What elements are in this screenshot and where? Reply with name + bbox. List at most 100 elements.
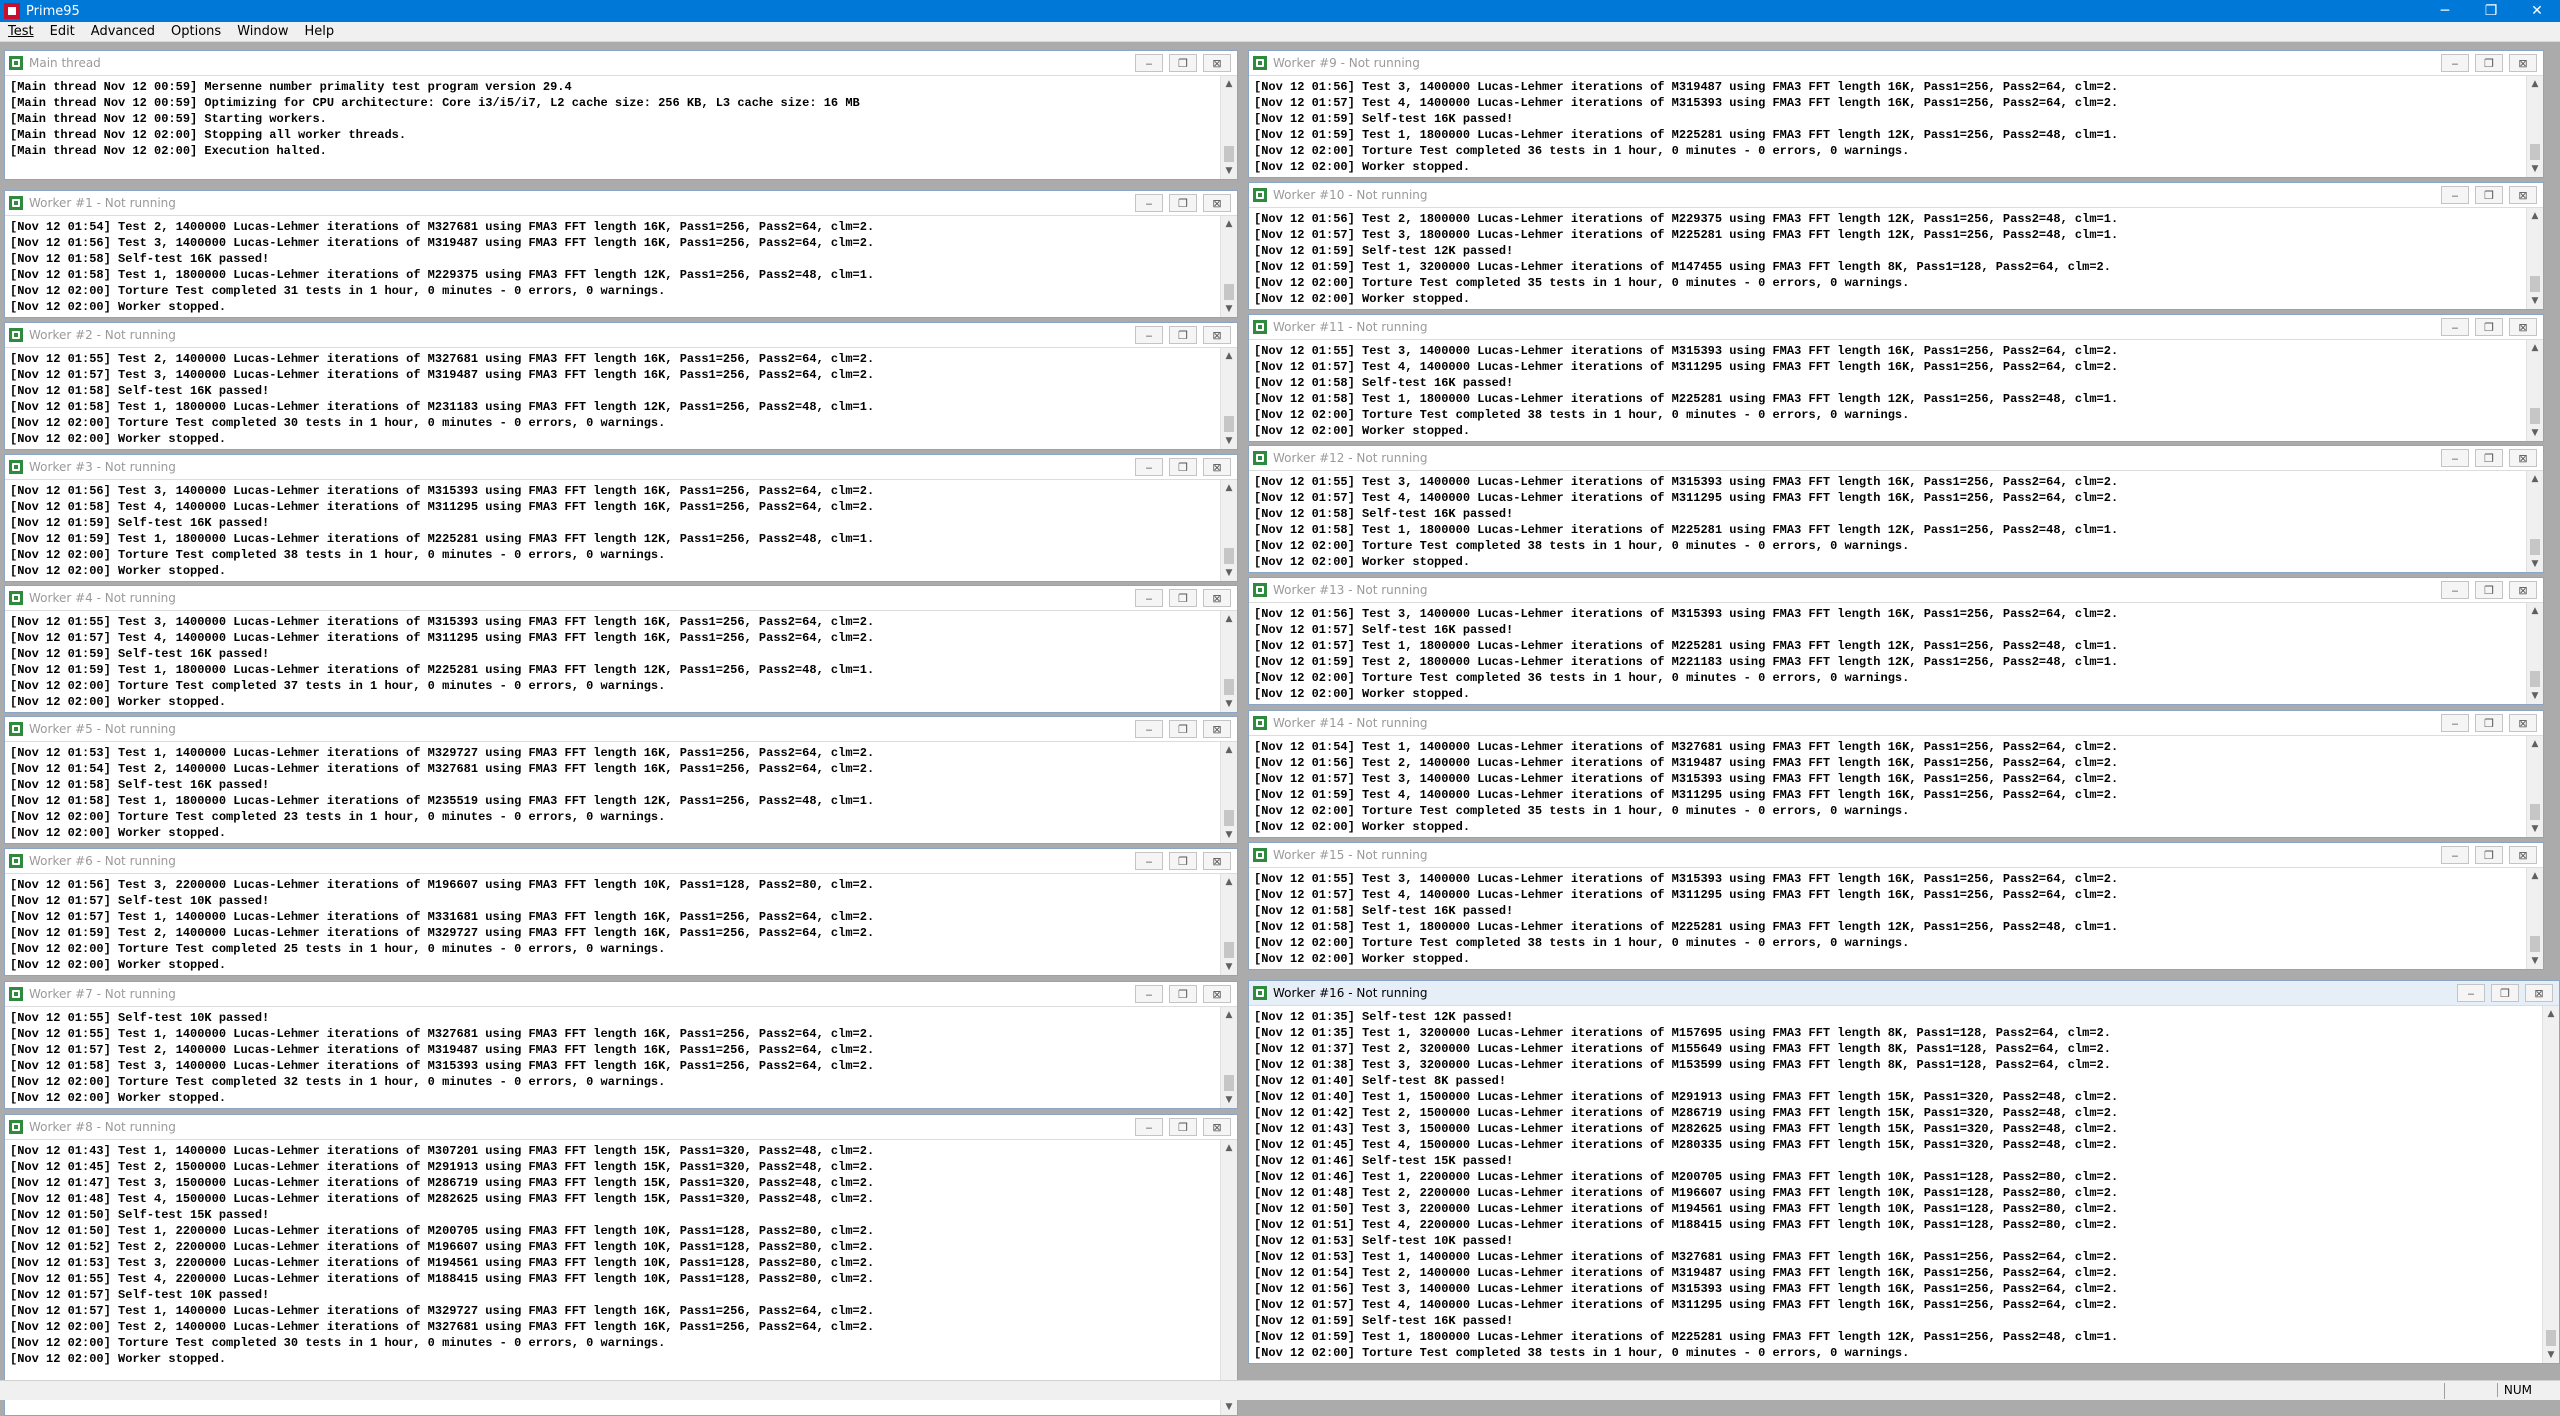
- worker-12-titlebar[interactable]: Worker #12 - Not running ‒ ❐ ⊠: [1249, 446, 2543, 471]
- scroll-up-icon[interactable]: ▲: [1221, 348, 1237, 364]
- scroll-down-icon[interactable]: ▼: [2527, 425, 2543, 441]
- worker-15-restore-button[interactable]: ❐: [2475, 846, 2503, 864]
- scroll-thumb[interactable]: [1224, 548, 1234, 564]
- worker-12-close-button[interactable]: ⊠: [2509, 449, 2537, 467]
- worker-4-window[interactable]: Worker #4 - Not running ‒ ❐ ⊠ [Nov 12 01…: [4, 585, 1238, 713]
- worker-6-window[interactable]: Worker #6 - Not running ‒ ❐ ⊠ [Nov 12 01…: [4, 848, 1238, 976]
- worker-2-titlebar[interactable]: Worker #2 - Not running ‒ ❐ ⊠: [5, 323, 1237, 348]
- worker-12-restore-button[interactable]: ❐: [2475, 449, 2503, 467]
- scroll-up-icon[interactable]: ▲: [1221, 1007, 1237, 1023]
- worker-15-scrollbar[interactable]: ▲ ▼: [2526, 868, 2543, 969]
- worker-10-restore-button[interactable]: ❐: [2475, 186, 2503, 204]
- scroll-up-icon[interactable]: ▲: [2527, 340, 2543, 356]
- worker-10-window[interactable]: Worker #10 - Not running ‒ ❐ ⊠ [Nov 12 0…: [1248, 182, 2544, 310]
- worker-4-restore-button[interactable]: ❐: [1169, 589, 1197, 607]
- worker-7-window[interactable]: Worker #7 - Not running ‒ ❐ ⊠ [Nov 12 01…: [4, 981, 1238, 1109]
- worker-8-close-button[interactable]: ⊠: [1203, 1118, 1231, 1136]
- worker-8-scrollbar[interactable]: ▲ ▼: [1220, 1140, 1237, 1415]
- worker-5-scrollbar[interactable]: ▲ ▼: [1220, 742, 1237, 843]
- worker-5-restore-button[interactable]: ❐: [1169, 720, 1197, 738]
- worker-16-restore-button[interactable]: ❐: [2491, 984, 2519, 1002]
- worker-16-titlebar[interactable]: Worker #16 - Not running ‒ ❐ ⊠: [1249, 981, 2559, 1006]
- scroll-down-icon[interactable]: ▼: [1221, 565, 1237, 581]
- scroll-thumb[interactable]: [2530, 144, 2540, 160]
- worker-11-window[interactable]: Worker #11 - Not running ‒ ❐ ⊠ [Nov 12 0…: [1248, 314, 2544, 442]
- worker-6-scrollbar[interactable]: ▲ ▼: [1220, 874, 1237, 975]
- worker-8-window[interactable]: Worker #8 - Not running ‒ ❐ ⊠ [Nov 12 01…: [4, 1114, 1238, 1416]
- worker-13-window[interactable]: Worker #13 - Not running ‒ ❐ ⊠ [Nov 12 0…: [1248, 577, 2544, 705]
- scroll-up-icon[interactable]: ▲: [1221, 742, 1237, 758]
- scroll-down-icon[interactable]: ▼: [1221, 1399, 1237, 1415]
- worker-6-minimize-button[interactable]: ‒: [1135, 852, 1163, 870]
- worker-1-close-button[interactable]: ⊠: [1203, 194, 1231, 212]
- scroll-thumb[interactable]: [2530, 539, 2540, 555]
- scroll-down-icon[interactable]: ▼: [2527, 821, 2543, 837]
- worker-10-close-button[interactable]: ⊠: [2509, 186, 2537, 204]
- worker-2-close-button[interactable]: ⊠: [1203, 326, 1231, 344]
- worker-15-close-button[interactable]: ⊠: [2509, 846, 2537, 864]
- scroll-up-icon[interactable]: ▲: [1221, 1140, 1237, 1156]
- worker-2-window[interactable]: Worker #2 - Not running ‒ ❐ ⊠ [Nov 12 01…: [4, 322, 1238, 450]
- scroll-thumb[interactable]: [1224, 284, 1234, 300]
- worker-9-restore-button[interactable]: ❐: [2475, 54, 2503, 72]
- worker-1-scrollbar[interactable]: ▲ ▼: [1220, 216, 1237, 317]
- worker-2-scrollbar[interactable]: ▲ ▼: [1220, 348, 1237, 449]
- worker-5-titlebar[interactable]: Worker #5 - Not running ‒ ❐ ⊠: [5, 717, 1237, 742]
- worker-4-close-button[interactable]: ⊠: [1203, 589, 1231, 607]
- worker-9-titlebar[interactable]: Worker #9 - Not running ‒ ❐ ⊠: [1249, 51, 2543, 76]
- worker-7-minimize-button[interactable]: ‒: [1135, 985, 1163, 1003]
- worker-2-minimize-button[interactable]: ‒: [1135, 326, 1163, 344]
- worker-7-scrollbar[interactable]: ▲ ▼: [1220, 1007, 1237, 1108]
- scroll-up-icon[interactable]: ▲: [1221, 216, 1237, 232]
- worker-8-restore-button[interactable]: ❐: [1169, 1118, 1197, 1136]
- worker-3-restore-button[interactable]: ❐: [1169, 458, 1197, 476]
- worker-9-window[interactable]: Worker #9 - Not running ‒ ❐ ⊠ [Nov 12 01…: [1248, 50, 2544, 178]
- worker-11-minimize-button[interactable]: ‒: [2441, 318, 2469, 336]
- scroll-thumb[interactable]: [2530, 408, 2540, 424]
- main-thread-titlebar[interactable]: Main thread ‒ ❐ ⊠: [5, 51, 1237, 76]
- scroll-down-icon[interactable]: ▼: [2527, 953, 2543, 969]
- scroll-thumb[interactable]: [1224, 416, 1234, 432]
- scroll-up-icon[interactable]: ▲: [2527, 208, 2543, 224]
- scroll-down-icon[interactable]: ▼: [2527, 161, 2543, 177]
- worker-3-scrollbar[interactable]: ▲ ▼: [1220, 480, 1237, 581]
- scroll-thumb[interactable]: [1224, 146, 1234, 162]
- main-thread-minimize-button[interactable]: ‒: [1135, 54, 1163, 72]
- worker-14-scrollbar[interactable]: ▲ ▼: [2526, 736, 2543, 837]
- worker-11-scrollbar[interactable]: ▲ ▼: [2526, 340, 2543, 441]
- scroll-down-icon[interactable]: ▼: [1221, 1092, 1237, 1108]
- worker-13-restore-button[interactable]: ❐: [2475, 581, 2503, 599]
- close-window-button[interactable]: ✕: [2514, 0, 2560, 22]
- scroll-thumb[interactable]: [1224, 810, 1234, 826]
- worker-6-close-button[interactable]: ⊠: [1203, 852, 1231, 870]
- main-thread-window[interactable]: Main thread ‒ ❐ ⊠ [Main thread Nov 12 00…: [4, 50, 1238, 180]
- worker-13-minimize-button[interactable]: ‒: [2441, 581, 2469, 599]
- scroll-thumb[interactable]: [2546, 1330, 2556, 1346]
- worker-7-titlebar[interactable]: Worker #7 - Not running ‒ ❐ ⊠: [5, 982, 1237, 1007]
- main-thread-close-button[interactable]: ⊠: [1203, 54, 1231, 72]
- scroll-down-icon[interactable]: ▼: [2527, 556, 2543, 572]
- worker-1-titlebar[interactable]: Worker #1 - Not running ‒ ❐ ⊠: [5, 191, 1237, 216]
- worker-1-window[interactable]: Worker #1 - Not running ‒ ❐ ⊠ [Nov 12 01…: [4, 190, 1238, 318]
- scroll-thumb[interactable]: [1224, 679, 1234, 695]
- minimize-window-button[interactable]: ─: [2422, 0, 2468, 22]
- worker-5-window[interactable]: Worker #5 - Not running ‒ ❐ ⊠ [Nov 12 01…: [4, 716, 1238, 844]
- worker-3-titlebar[interactable]: Worker #3 - Not running ‒ ❐ ⊠: [5, 455, 1237, 480]
- worker-4-titlebar[interactable]: Worker #4 - Not running ‒ ❐ ⊠: [5, 586, 1237, 611]
- worker-11-close-button[interactable]: ⊠: [2509, 318, 2537, 336]
- menu-test[interactable]: Test: [0, 24, 42, 39]
- worker-10-scrollbar[interactable]: ▲ ▼: [2526, 208, 2543, 309]
- worker-3-minimize-button[interactable]: ‒: [1135, 458, 1163, 476]
- restore-window-button[interactable]: ❐: [2468, 0, 2514, 22]
- worker-12-scrollbar[interactable]: ▲ ▼: [2526, 471, 2543, 572]
- main-thread-restore-button[interactable]: ❐: [1169, 54, 1197, 72]
- scroll-down-icon[interactable]: ▼: [1221, 959, 1237, 975]
- scroll-down-icon[interactable]: ▼: [2527, 293, 2543, 309]
- worker-3-window[interactable]: Worker #3 - Not running ‒ ❐ ⊠ [Nov 12 01…: [4, 454, 1238, 582]
- scroll-up-icon[interactable]: ▲: [2543, 1006, 2559, 1022]
- worker-12-minimize-button[interactable]: ‒: [2441, 449, 2469, 467]
- scroll-down-icon[interactable]: ▼: [2527, 688, 2543, 704]
- worker-14-titlebar[interactable]: Worker #14 - Not running ‒ ❐ ⊠: [1249, 711, 2543, 736]
- scroll-up-icon[interactable]: ▲: [1221, 874, 1237, 890]
- menu-advanced[interactable]: Advanced: [83, 24, 163, 39]
